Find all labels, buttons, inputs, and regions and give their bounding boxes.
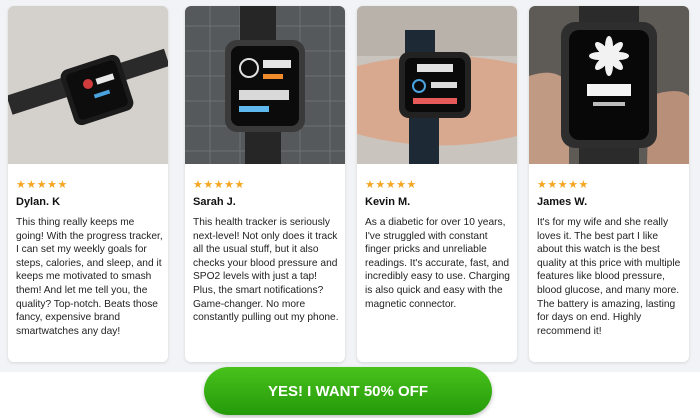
rating-stars: ★★★★★ xyxy=(365,179,417,191)
review-card: ★★★★★ Sarah J. This health tracker is se… xyxy=(185,6,345,362)
review-card: ★★★★★ Dylan. K This thing really keeps m… xyxy=(8,6,168,362)
review-photo-watch-on-mat xyxy=(185,6,345,164)
rating-stars: ★★★★★ xyxy=(537,179,589,191)
review-photo-watch-flower-face xyxy=(529,6,689,164)
review-text: This health tracker is seriously next-le… xyxy=(193,217,339,324)
review-text: This thing really keeps me going! With t… xyxy=(16,217,163,337)
review-card: ★★★★★ Kevin M. As a diabetic for over 10… xyxy=(357,6,517,362)
reviewer-name: Sarah J. xyxy=(193,196,236,208)
reviews-section: ★★★★★ Dylan. K This thing really keeps m… xyxy=(0,0,700,372)
review-text: As a diabetic for over 10 years, I've st… xyxy=(365,217,510,310)
reviewer-name: Dylan. K xyxy=(16,196,61,208)
rating-stars: ★★★★★ xyxy=(16,179,68,191)
review-photo-watch-on-wrist xyxy=(8,6,168,164)
review-text: It's for my wife and she really loves it… xyxy=(537,217,681,337)
reviewer-name: James W. xyxy=(537,196,588,208)
reviewer-name: Kevin M. xyxy=(365,196,411,208)
review-photo-watch-on-arm xyxy=(357,6,517,164)
rating-stars: ★★★★★ xyxy=(193,179,245,191)
review-card: ★★★★★ James W. It's for my wife and she … xyxy=(529,6,689,362)
buy-discount-button[interactable]: YES! I WANT 50% OFF xyxy=(204,367,492,415)
